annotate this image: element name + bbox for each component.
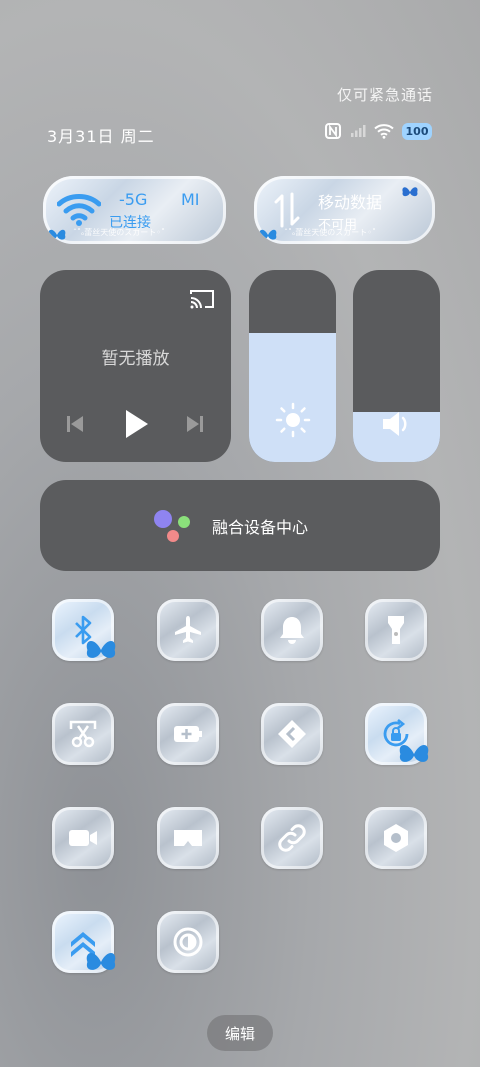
- butterfly-icon: [86, 953, 116, 970]
- cast-output-icon[interactable]: [189, 288, 215, 310]
- butterfly-icon: [259, 229, 277, 240]
- mobile-data-tile[interactable]: 移动数据 不可用 ˆ˚ₒ蕾丝天使のスカート◦˚: [254, 176, 435, 244]
- emergency-call-text: 仅可紧急通话: [336, 86, 433, 104]
- edit-button[interactable]: 编辑: [207, 1015, 273, 1051]
- wifi-status-icon: [374, 124, 394, 139]
- previous-track-icon[interactable]: [65, 414, 85, 434]
- brightness-slider[interactable]: [249, 270, 336, 462]
- settings-toggle[interactable]: [365, 807, 427, 869]
- link-icon: [278, 824, 306, 852]
- media-player: 暂无播放: [40, 270, 231, 462]
- wifi-icon: [57, 194, 101, 226]
- wifi-network-name: -5G: [119, 190, 148, 209]
- nfc-icon: [325, 123, 341, 139]
- butterfly-icon: [86, 641, 116, 658]
- data-arrows-icon: [274, 192, 300, 228]
- signal-icon: [351, 125, 366, 137]
- flashlight-icon: [388, 616, 404, 644]
- performance-toggle[interactable]: [52, 911, 116, 973]
- wifi-tag: MI: [181, 190, 200, 209]
- media-status: 暂无播放: [101, 349, 170, 369]
- screen-record-toggle[interactable]: [52, 807, 114, 869]
- flashlight-toggle[interactable]: [365, 599, 427, 661]
- brightness-fill: [249, 333, 336, 462]
- focus-icon: [173, 927, 203, 957]
- video-camera-icon: [69, 830, 97, 846]
- status-bar: 100: [324, 122, 432, 140]
- butterfly-icon: [402, 187, 418, 197]
- wifi-tile[interactable]: -5G MI 已连接 ˆ˚ₒ蕾丝天使のスカート◦˚: [43, 176, 226, 244]
- scissors-screenshot-icon: [69, 720, 97, 748]
- focus-toggle[interactable]: [157, 911, 219, 973]
- butterfly-icon: [399, 745, 429, 762]
- device-center-card[interactable]: 融合设备中心: [40, 480, 440, 571]
- battery-plus-icon: [174, 726, 202, 742]
- device-center-icon: [154, 510, 190, 542]
- next-track-icon[interactable]: [185, 414, 205, 434]
- cast-toggle[interactable]: [261, 703, 323, 765]
- date-text: 3月31日 周二: [47, 127, 155, 146]
- bell-toggle[interactable]: [261, 599, 323, 661]
- airplane-icon: [175, 616, 201, 643]
- battery-indicator: 100: [402, 122, 432, 140]
- sun-icon: [275, 402, 311, 438]
- vr-headset-icon: [174, 830, 202, 846]
- speaker-icon: [383, 412, 407, 436]
- vr-toggle[interactable]: [157, 807, 219, 869]
- device-center-label: 融合设备中心: [212, 518, 309, 537]
- butterfly-icon: [48, 229, 66, 240]
- hexagon-gear-icon: [384, 824, 408, 852]
- airplane-toggle[interactable]: [157, 599, 219, 661]
- battery-saver-toggle[interactable]: [157, 703, 219, 765]
- bluetooth-toggle[interactable]: [52, 599, 116, 661]
- mobile-data-title: 移动数据: [318, 193, 383, 212]
- bell-icon: [280, 617, 304, 644]
- screenshot-toggle[interactable]: [52, 703, 114, 765]
- mobile-data-caption: ˆ˚ₒ蕾丝天使のスカート◦˚: [284, 228, 377, 237]
- play-icon[interactable]: [122, 408, 150, 440]
- link-toggle[interactable]: [261, 807, 323, 869]
- volume-slider[interactable]: [353, 270, 440, 462]
- cast-icon: [278, 720, 306, 748]
- rotation-lock-toggle[interactable]: [365, 703, 429, 765]
- wifi-caption: ˆ˚ₒ蕾丝天使のスカート◦˚: [73, 228, 166, 237]
